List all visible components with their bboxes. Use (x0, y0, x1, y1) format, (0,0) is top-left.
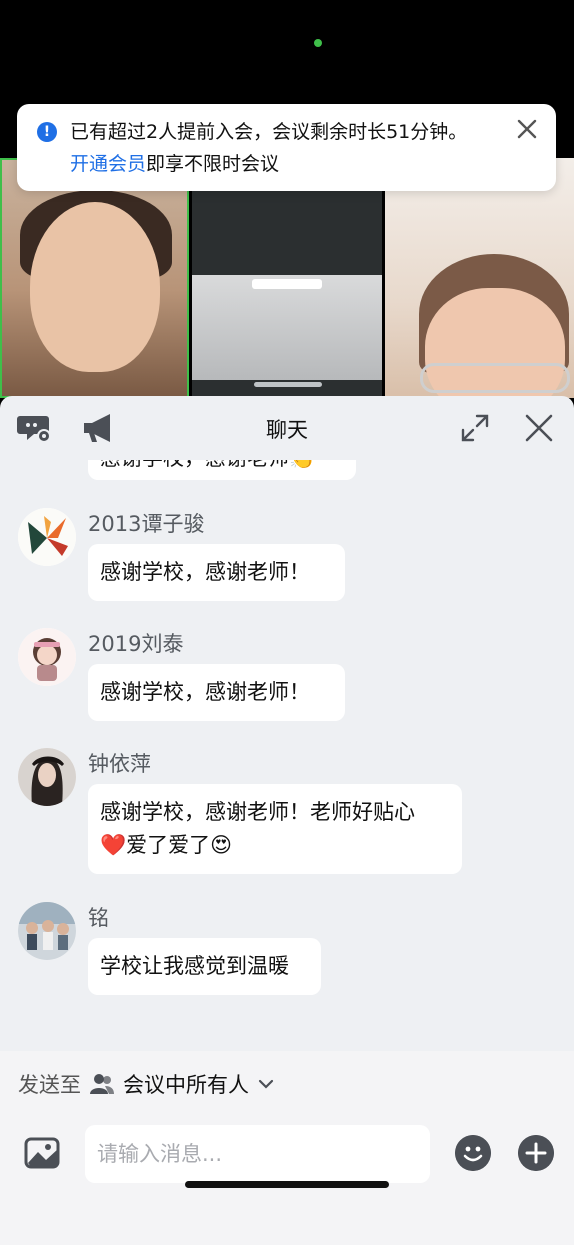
sender-name: 铭 (88, 906, 109, 930)
avatar[interactable] (18, 508, 76, 566)
video-tiles[interactable] (0, 158, 574, 398)
vip-link[interactable]: 开通会员 (70, 153, 146, 175)
message-text-line: ❤️爱了爱了😍 (100, 833, 233, 857)
camera-indicator (314, 39, 322, 47)
message-text-line: 感谢学校，感谢老师！老师好贴心 (100, 800, 415, 824)
message-bubble: 学校让我感觉到温暖 (88, 938, 321, 995)
message-bubble: 感谢学校，感谢老师！ (88, 664, 345, 721)
chat-panel: 聊天 感谢学校，感谢老师👏 2013谭子骏 感谢学校，感谢老师！ (0, 396, 574, 1245)
send-to-target: 会议中所有人 (123, 1073, 249, 1097)
sender-name: 2019刘泰 (88, 632, 184, 656)
video-tile-speaker[interactable] (0, 158, 189, 398)
notice-banner: ! 已有超过2人提前入会，会议剩余时长51分钟。 开通会员即享不限时会议 (17, 104, 556, 191)
home-indicator[interactable] (185, 1181, 389, 1188)
avatar[interactable] (18, 748, 76, 806)
message-bubble: 感谢学校，感谢老师！ (88, 544, 345, 601)
avatar[interactable] (18, 628, 76, 686)
close-icon[interactable] (516, 118, 538, 140)
image-picker-icon[interactable] (24, 1135, 60, 1171)
sender-name: 2013谭子骏 (88, 512, 205, 536)
drag-handle[interactable] (254, 382, 322, 387)
people-icon (90, 1074, 114, 1094)
input-row (0, 1123, 574, 1187)
notice-text: 已有超过2人提前入会，会议剩余时长51分钟。 (70, 121, 468, 143)
message-input[interactable] (85, 1125, 430, 1183)
chat-header: 聊天 (0, 396, 574, 460)
expand-icon[interactable] (457, 410, 493, 446)
message-bubble: 感谢学校，感谢老师👏 (88, 460, 356, 480)
notice-upgrade-text: 即享不限时会议 (146, 153, 280, 175)
message-list[interactable]: 感谢学校，感谢老师👏 2013谭子骏 感谢学校，感谢老师！ (0, 460, 574, 1050)
notice-upgrade-line: 开通会员即享不限时会议 (70, 148, 279, 180)
send-to-label: 发送至 (18, 1073, 81, 1097)
chevron-down-icon (258, 1079, 274, 1089)
close-chat-icon[interactable] (521, 410, 557, 446)
video-tile-room[interactable] (192, 158, 382, 398)
video-tile-participant[interactable] (385, 158, 574, 398)
sender-name: 钟依萍 (88, 752, 151, 776)
add-icon[interactable] (518, 1135, 554, 1171)
info-icon: ! (37, 122, 57, 142)
message-bubble: 感谢学校，感谢老师！老师好贴心 ❤️爱了爱了😍 (88, 784, 462, 874)
avatar[interactable] (18, 902, 76, 960)
send-to-selector[interactable]: 发送至 会议中所有人 (18, 1069, 275, 1099)
emoji-icon[interactable] (455, 1135, 491, 1171)
composer: 发送至 会议中所有人 (0, 1051, 574, 1245)
